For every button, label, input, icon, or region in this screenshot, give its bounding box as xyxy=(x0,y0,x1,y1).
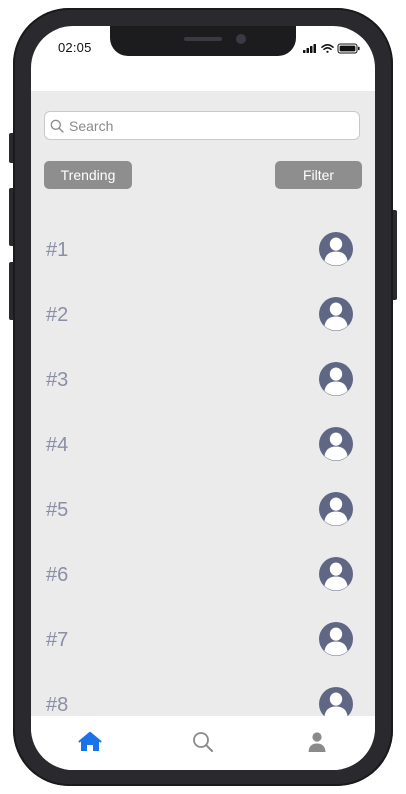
filter-button[interactable]: Filter xyxy=(275,161,362,189)
avatar-icon[interactable] xyxy=(318,296,354,332)
status-icons xyxy=(303,41,363,54)
status-time: 02:05 xyxy=(58,40,92,55)
list-item[interactable]: #2 xyxy=(31,284,375,349)
avatar-icon[interactable] xyxy=(318,231,354,267)
avatar-icon[interactable] xyxy=(318,621,354,657)
speaker xyxy=(184,37,222,41)
list-item[interactable]: #1 xyxy=(31,219,375,284)
avatar-icon[interactable] xyxy=(318,426,354,462)
notch xyxy=(110,26,296,56)
signal-icon xyxy=(303,44,316,53)
avatar-icon[interactable] xyxy=(318,556,354,592)
rank-label: #4 xyxy=(46,434,69,456)
avatar-icon[interactable] xyxy=(318,361,354,397)
front-camera xyxy=(236,34,246,44)
rank-label: #7 xyxy=(46,629,69,651)
search-tab-icon[interactable] xyxy=(191,730,215,754)
list-item[interactable]: #7 xyxy=(31,609,375,674)
wifi-icon xyxy=(321,44,334,53)
search-bar[interactable] xyxy=(44,111,360,140)
rank-label: #8 xyxy=(46,694,69,716)
list-item[interactable]: #6 xyxy=(31,544,375,609)
search-icon xyxy=(50,119,64,133)
list-item[interactable]: #5 xyxy=(31,479,375,544)
profile-icon[interactable] xyxy=(305,730,329,754)
home-icon[interactable] xyxy=(78,730,102,754)
rank-label: #1 xyxy=(46,239,69,261)
rank-label: #5 xyxy=(46,499,69,521)
list-item[interactable]: #3 xyxy=(31,349,375,414)
tab-bar xyxy=(31,716,375,770)
list-item[interactable]: #4 xyxy=(31,414,375,479)
content-area: Trending Filter #1 #2 #3 xyxy=(31,91,375,721)
avatar-icon[interactable] xyxy=(318,491,354,527)
search-input[interactable] xyxy=(69,116,349,136)
battery-icon xyxy=(337,43,360,54)
phone-screen: 02:05 Search Trending Filter #1 #2 #3 #4… xyxy=(31,26,375,770)
rank-label: #6 xyxy=(46,564,69,586)
rank-label: #2 xyxy=(46,304,69,326)
rank-label: #3 xyxy=(46,369,69,391)
trending-button[interactable]: Trending xyxy=(44,161,132,189)
